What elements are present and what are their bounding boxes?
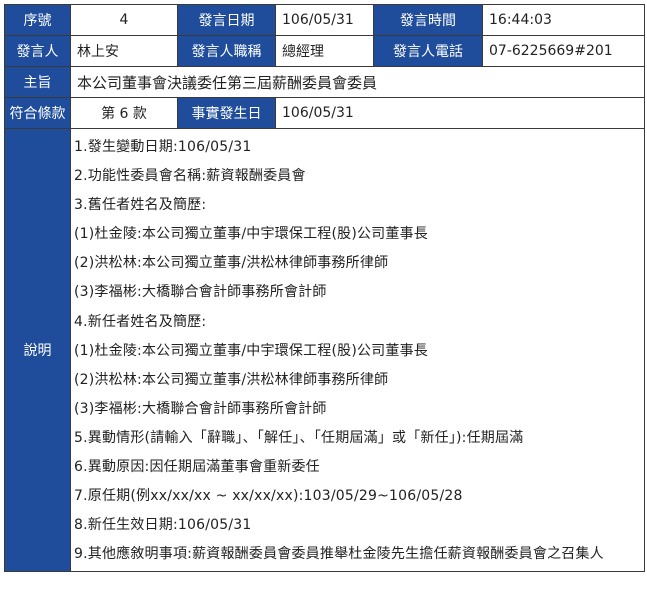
announcement-wrapper: 序號 4 發言日期 106/05/31 發言時間 16:44:03 發言人 林上…: [4, 4, 645, 573]
announce-date-value: 106/05/31: [275, 4, 374, 36]
table-row: 序號 4 發言日期 106/05/31 發言時間 16:44:03: [4, 4, 645, 36]
speaker-label: 發言人: [4, 35, 71, 67]
sequence-label: 序號: [4, 4, 71, 36]
description-content: 1.發生變動日期:106/05/31 2.功能性委員會名稱:薪資報酬委員會 3.…: [70, 127, 645, 573]
description-line: 5.異動情形(請輸入「辭職」、「解任」、「任期屆滿」或「新任」):任期屆滿: [74, 429, 524, 446]
description-line: (1)杜金陵:本公司獨立董事/中宇環保工程(股)公司董事長: [74, 226, 428, 243]
speaker-title-label: 發言人職稱: [177, 35, 276, 67]
description-label: 說明: [4, 127, 71, 573]
description-line: (3)李福彬:大橋聯合會計師事務所會計師: [74, 400, 327, 417]
description-line: 2.功能性委員會名稱:薪資報酬委員會: [74, 168, 306, 185]
subject-value: 本公司董事會決議委任第三屆薪酬委員會委員: [70, 66, 645, 98]
description-line: 8.新任生效日期:106/05/31: [74, 517, 252, 534]
table-row: 符合條款 第 6 款 事實發生日 106/05/31: [4, 97, 645, 129]
description-line: 1.發生變動日期:106/05/31: [74, 139, 252, 155]
sequence-value: 4: [70, 4, 178, 36]
clause-label: 符合條款: [4, 97, 71, 129]
table-row: 主旨 本公司董事會決議委任第三屆薪酬委員會委員: [4, 66, 645, 98]
table-row: 發言人 林上安 發言人職稱 總經理 發言人電話 07-6225669#201: [4, 35, 645, 67]
speaker-value: 林上安: [70, 35, 178, 67]
event-date-label: 事實發生日: [177, 97, 276, 129]
table-row: 說明 1.發生變動日期:106/05/31 2.功能性委員會名稱:薪資報酬委員會…: [4, 127, 645, 573]
description-line: (1)杜金陵:本公司獨立董事/中宇環保工程(股)公司董事長: [74, 342, 428, 359]
subject-label: 主旨: [4, 66, 71, 98]
speaker-phone-value: 07-6225669#201: [482, 35, 645, 67]
speaker-title-value: 總經理: [275, 35, 374, 67]
announce-time-value: 16:44:03: [482, 4, 645, 36]
clause-value: 第 6 款: [70, 97, 178, 129]
announce-time-label: 發言時間: [373, 4, 483, 36]
description-line: 4.新任者姓名及簡歷:: [74, 313, 207, 330]
announce-date-label: 發言日期: [177, 4, 276, 36]
event-date-value: 106/05/31: [275, 97, 645, 129]
description-line: (2)洪松林:本公司獨立董事/洪松林律師事務所律師: [74, 255, 389, 272]
announcement-table: 序號 4 發言日期 106/05/31 發言時間 16:44:03 發言人 林上…: [4, 4, 645, 573]
speaker-phone-label: 發言人電話: [373, 35, 483, 67]
description-line: 7.原任期(例xx/xx/xx ~ xx/xx/xx):103/05/29~10…: [74, 488, 463, 505]
description-line: 3.舊任者姓名及簡歷:: [74, 197, 207, 214]
description-line: (2)洪松林:本公司獨立董事/洪松林律師事務所律師: [74, 371, 389, 388]
description-line: 9.其他應敘明事項:薪資報酬委員會委員推舉杜金陵先生擔任薪資報酬委員會之召集人: [74, 546, 604, 563]
description-line: 6.異動原因:因任期屆滿董事會重新委任: [74, 459, 320, 476]
description-line: (3)李福彬:大橋聯合會計師事務所會計師: [74, 284, 327, 301]
